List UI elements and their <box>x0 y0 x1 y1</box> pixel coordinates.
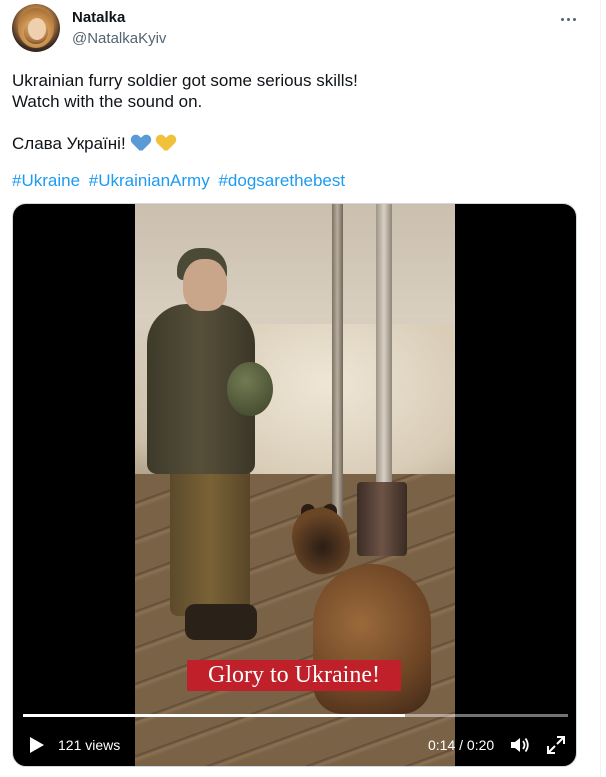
tweet-card: Natalka @NatalkaKyiv Ukrainian furry sol… <box>0 0 601 777</box>
author-name[interactable]: Natalka <box>72 9 125 26</box>
blue-heart-icon <box>132 135 150 152</box>
tweet-text-line: Watch with the sound on. <box>12 92 203 111</box>
tweet-text: Ukrainian furry soldier got some serious… <box>12 70 572 154</box>
hashtags: #Ukraine #UkrainianArmy #dogsarethebest <box>12 171 349 191</box>
avatar[interactable] <box>12 4 60 52</box>
tweet-text-line-with-hearts: Слава Україні! <box>12 133 572 154</box>
hashtag-link[interactable]: #Ukraine <box>12 171 80 190</box>
fullscreen-icon[interactable] <box>545 734 567 756</box>
video-caption: Glory to Ukraine! <box>187 660 401 691</box>
author-handle[interactable]: @NatalkaKyiv <box>72 30 166 47</box>
progress-fill <box>23 714 405 717</box>
hashtag-link[interactable]: #dogsarethebest <box>218 171 345 190</box>
view-count: 121 views <box>58 737 121 753</box>
tweet-text-line: Слава Україні! <box>12 134 126 153</box>
time-display: 0:14 / 0:20 <box>428 737 495 753</box>
more-icon[interactable] <box>556 7 580 31</box>
video-player[interactable]: Glory to Ukraine! 121 views 0:14 / 0:20 <box>12 203 577 767</box>
progress-bar[interactable] <box>23 714 568 717</box>
video-controls: 121 views 0:14 / 0:20 <box>13 728 576 764</box>
video-frame: Glory to Ukraine! <box>135 204 455 766</box>
hashtag-link[interactable]: #UkrainianArmy <box>89 171 210 190</box>
tweet-text-line: Ukrainian furry soldier got some serious… <box>12 71 358 90</box>
volume-icon[interactable] <box>509 734 531 756</box>
yellow-heart-icon <box>157 135 175 152</box>
play-icon[interactable] <box>27 736 45 754</box>
